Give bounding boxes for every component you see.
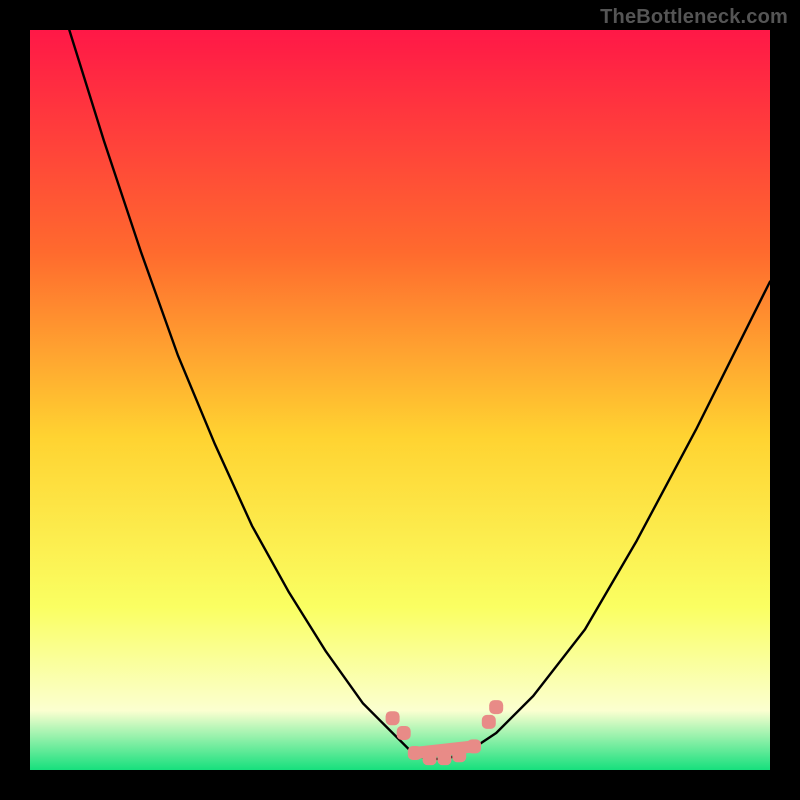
- curve-marker: [467, 739, 481, 753]
- curve-marker: [386, 711, 400, 725]
- curve-marker: [452, 748, 466, 762]
- bottleneck-chart: [30, 30, 770, 770]
- curve-marker: [482, 715, 496, 729]
- curve-marker: [489, 700, 503, 714]
- plot-area: [30, 30, 770, 770]
- curve-marker: [423, 751, 437, 765]
- curve-marker: [437, 751, 451, 765]
- curve-marker: [397, 726, 411, 740]
- watermark-text: TheBottleneck.com: [600, 6, 788, 29]
- chart-frame: TheBottleneck.com: [0, 0, 800, 800]
- gradient-background: [30, 30, 770, 770]
- curve-marker: [408, 746, 422, 760]
